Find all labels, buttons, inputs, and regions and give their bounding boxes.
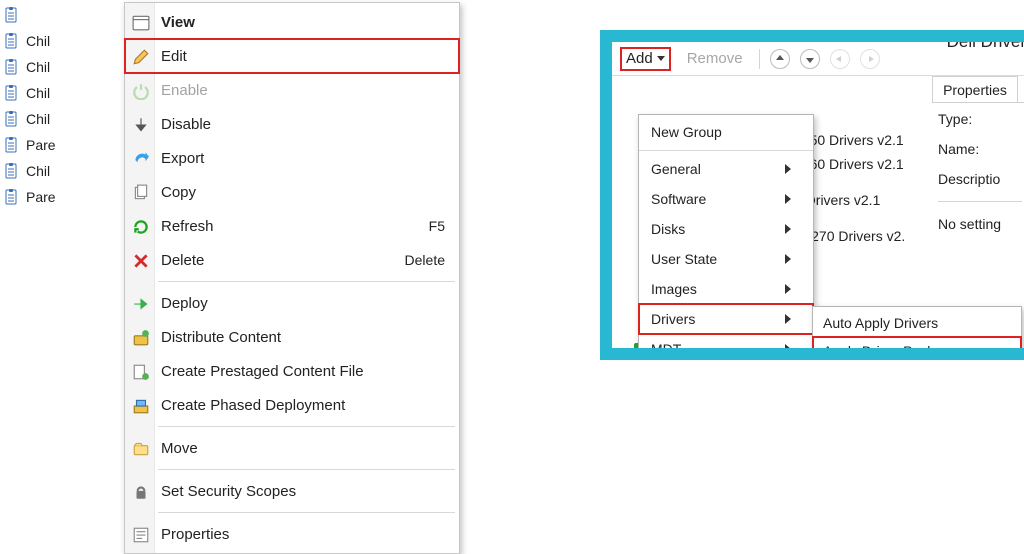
add-drivers[interactable]: Drivers: [639, 304, 813, 334]
chevron-right-icon: [785, 164, 791, 174]
disable-arrow-icon: [132, 116, 150, 134]
add-button[interactable]: Add: [620, 47, 671, 71]
menu-separator: [158, 426, 455, 427]
menu-enable: Enable: [125, 73, 459, 107]
list-item[interactable]: Pare: [4, 184, 122, 210]
add-disks[interactable]: Disks: [639, 214, 813, 244]
remove-button[interactable]: Remove: [681, 47, 749, 71]
list-item[interactable]: Chil: [4, 80, 122, 106]
deploy-icon: [132, 295, 150, 313]
menu-disable[interactable]: Disable: [125, 107, 459, 141]
distribute-icon: [132, 329, 150, 347]
context-menu: View Edit Enable Disable Export Copy Ref…: [124, 2, 460, 554]
menu-move[interactable]: Move: [125, 431, 459, 465]
menu-create-phased[interactable]: Create Phased Deployment: [125, 388, 459, 422]
add-menu: New Group General Software Disks User St…: [638, 114, 814, 360]
drivers-submenu: Auto Apply Drivers Apply Driver Package: [812, 306, 1022, 360]
task-sequence-icon: [4, 7, 20, 23]
menu-delete[interactable]: Delete Delete: [125, 243, 459, 277]
task-sequence-editor: Dell Driver Add Remove 5050 Drivers v2.1: [600, 30, 1024, 360]
list-item[interactable]: Pare: [4, 132, 122, 158]
prop-description-label: Descriptio: [938, 171, 1024, 187]
add-new-group[interactable]: New Group: [639, 117, 813, 147]
prop-type-label: Type:: [938, 111, 1024, 127]
list-item[interactable]: Chil: [4, 28, 122, 54]
view-icon: [132, 14, 150, 32]
menu-export[interactable]: Export: [125, 141, 459, 175]
list-item[interactable]: [4, 2, 122, 28]
add-general[interactable]: General: [639, 154, 813, 184]
move-up-icon[interactable]: [770, 49, 790, 69]
list-item[interactable]: Chil: [4, 54, 122, 80]
add-mdt[interactable]: MDT: [639, 334, 813, 360]
menu-view[interactable]: View: [125, 5, 459, 39]
outdent-icon: [830, 49, 850, 69]
properties-pane: Properties Type: Name: Descriptio No set…: [932, 76, 1024, 232]
task-sequence-list: Chil Chil Chil Chil Pare Chil Pare: [4, 2, 122, 210]
lock-icon: [132, 483, 150, 501]
menu-distribute-content[interactable]: Distribute Content: [125, 320, 459, 354]
prestaged-icon: [132, 363, 150, 381]
add-images[interactable]: Images: [639, 274, 813, 304]
menu-edit[interactable]: Edit: [125, 39, 459, 73]
menu-refresh[interactable]: Refresh F5: [125, 209, 459, 243]
menu-set-security-scopes[interactable]: Set Security Scopes: [125, 474, 459, 508]
enable-icon: [132, 82, 150, 100]
export-icon: [132, 150, 150, 168]
add-software[interactable]: Software: [639, 184, 813, 214]
properties-icon: [132, 526, 150, 544]
menu-properties[interactable]: Properties: [125, 517, 459, 551]
move-icon: [132, 440, 150, 458]
editor-title: Dell Driver: [852, 32, 1024, 52]
tab-properties[interactable]: Properties: [932, 76, 1018, 102]
delete-icon: [132, 252, 150, 270]
menu-separator: [158, 281, 455, 282]
prop-name-label: Name:: [938, 141, 1024, 157]
move-down-icon[interactable]: [800, 49, 820, 69]
refresh-icon: [132, 218, 150, 236]
menu-create-prestaged[interactable]: Create Prestaged Content File: [125, 354, 459, 388]
pencil-icon: [132, 48, 150, 66]
sub-apply-driver-package[interactable]: Apply Driver Package: [813, 337, 1021, 360]
add-user-state[interactable]: User State: [639, 244, 813, 274]
menu-separator: [158, 469, 455, 470]
sub-auto-apply-drivers[interactable]: Auto Apply Drivers: [813, 309, 1021, 337]
shortcut-label: F5: [429, 218, 445, 234]
copy-icon: [132, 184, 150, 202]
prop-no-settings-label: No setting: [938, 216, 1024, 232]
list-item[interactable]: Chil: [4, 106, 122, 132]
shortcut-label: Delete: [405, 252, 445, 268]
indent-icon: [860, 49, 880, 69]
list-item[interactable]: Chil: [4, 158, 122, 184]
phased-icon: [132, 397, 150, 415]
chevron-down-icon: [657, 56, 665, 61]
menu-deploy[interactable]: Deploy: [125, 286, 459, 320]
menu-copy[interactable]: Copy: [125, 175, 459, 209]
menu-separator: [158, 512, 455, 513]
